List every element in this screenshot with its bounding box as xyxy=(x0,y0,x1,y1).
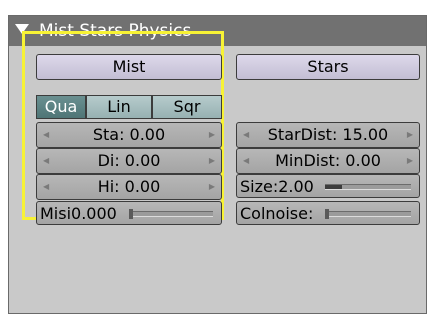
increment-arrow-icon[interactable]: ▶ xyxy=(209,149,215,173)
mist-intensity-label: Misi xyxy=(40,204,72,223)
mist-height-value: Hi: 0.00 xyxy=(97,177,161,196)
mist-height-field[interactable]: ◀ Hi: 0.00 ▶ xyxy=(36,174,222,200)
color-noise-label: Colnoise: xyxy=(240,204,314,223)
mist-intensity-text: Misi0.000 xyxy=(40,202,117,226)
falloff-sqrt-tab[interactable]: Sqr xyxy=(152,95,222,119)
star-distance-field[interactable]: ◀ StarDist: 15.00 ▶ xyxy=(236,122,420,148)
star-size-slider[interactable]: Size:2.00 xyxy=(236,174,420,198)
falloff-linear-tab[interactable]: Lin xyxy=(86,95,152,119)
star-size-value: 2.00 xyxy=(278,177,314,196)
mist-toggle-button[interactable]: Mist xyxy=(36,54,222,80)
mist-depth-value: Di: 0.00 xyxy=(97,151,161,170)
star-size-track[interactable] xyxy=(325,184,411,190)
star-size-label: Size: xyxy=(240,177,279,196)
increment-arrow-icon[interactable]: ▶ xyxy=(209,123,215,147)
mist-start-field[interactable]: ◀ Sta: 0.00 ▶ xyxy=(36,122,222,148)
star-size-text: Size:2.00 xyxy=(240,175,314,199)
color-noise-track[interactable] xyxy=(325,209,411,219)
increment-arrow-icon[interactable]: ▶ xyxy=(209,175,215,199)
star-distance-value: StarDist: 15.00 xyxy=(267,125,389,144)
stars-toggle-button[interactable]: Stars xyxy=(236,54,420,80)
mist-depth-field[interactable]: ◀ Di: 0.00 ▶ xyxy=(36,148,222,174)
increment-arrow-icon[interactable]: ▶ xyxy=(407,123,413,147)
min-distance-value: MinDist: 0.00 xyxy=(275,151,381,170)
slider-knob[interactable] xyxy=(325,209,329,219)
slider-knob[interactable] xyxy=(129,209,133,219)
mist-intensity-slider[interactable]: Misi0.000 xyxy=(36,201,222,225)
star-size-fill xyxy=(325,185,343,189)
increment-arrow-icon[interactable]: ▶ xyxy=(407,149,413,173)
mist-intensity-value: 0.000 xyxy=(71,204,117,223)
color-noise-slider[interactable]: Colnoise: xyxy=(236,201,420,225)
falloff-quadratic-tab[interactable]: Qua xyxy=(36,95,86,119)
mist-intensity-track[interactable] xyxy=(129,209,213,219)
mist-start-value: Sta: 0.00 xyxy=(92,125,166,144)
min-distance-field[interactable]: ◀ MinDist: 0.00 ▶ xyxy=(236,148,420,174)
